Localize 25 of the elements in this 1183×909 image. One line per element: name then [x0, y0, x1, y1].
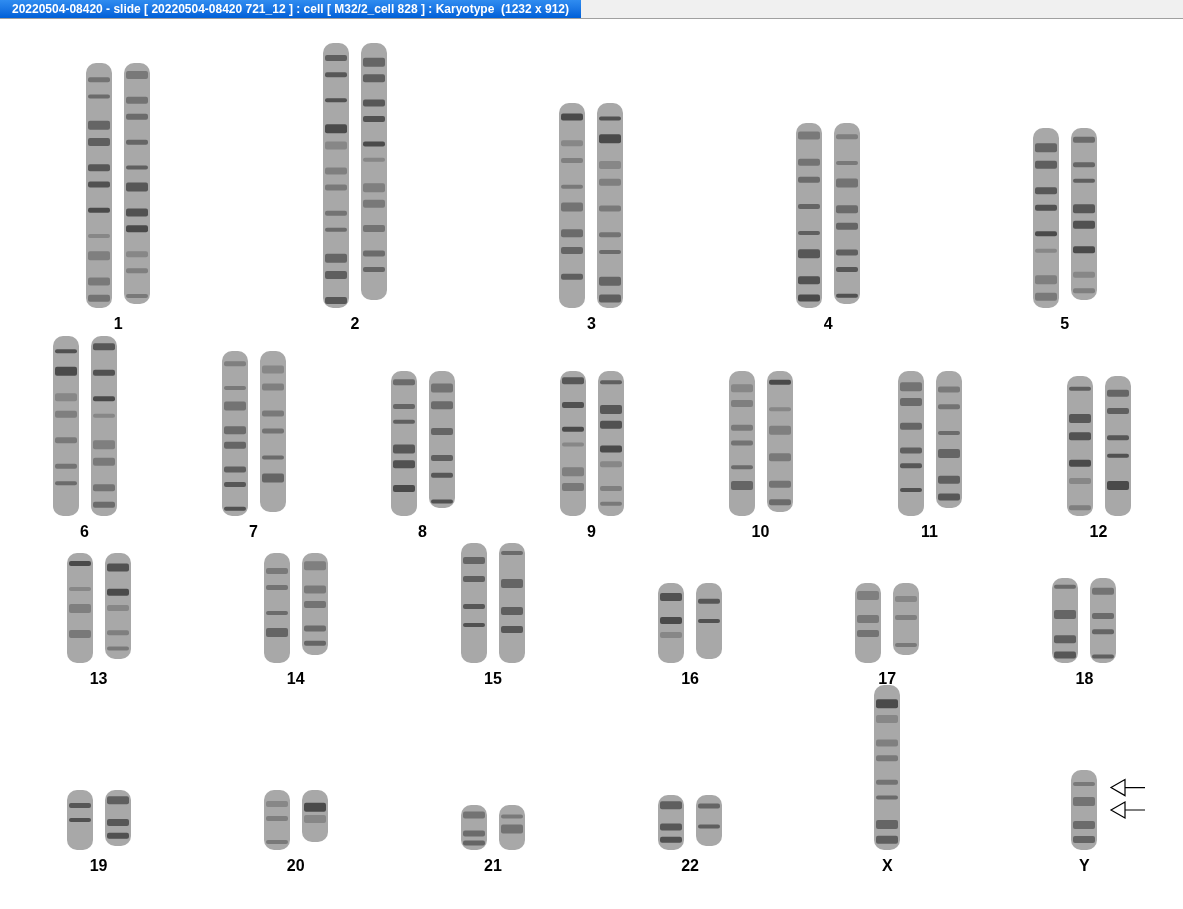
chromosome-label: 13 — [89, 671, 108, 687]
chromosome-label: 20 — [286, 858, 305, 874]
chromosome-label: 19 — [89, 858, 108, 874]
chromosome-label: 2 — [350, 316, 360, 332]
chromosome-label: 9 — [587, 524, 596, 540]
chromosome-label: 11 — [921, 524, 938, 540]
chromosome-label: 8 — [418, 524, 427, 540]
chromosome-label: 10 — [751, 524, 770, 540]
chromosome-label: 15 — [484, 671, 502, 687]
chromosome-label: 6 — [80, 524, 89, 540]
chromosome-label: 22 — [681, 858, 699, 874]
chromosome-label: 14 — [286, 671, 305, 687]
window-title: 20220504-08420 - slide [ 20220504-08420 721_12 ] : cell [ M32/2_cell 828 ] : Karyotype (1232 x 912) — [0, 0, 582, 18]
chromosome-label: 12 — [1089, 524, 1108, 540]
chromosome-label: 21 — [484, 858, 502, 874]
chromosome-label: 17 — [878, 671, 897, 687]
chromosome-label: Y — [1079, 858, 1090, 874]
chromosome-label: 7 — [249, 524, 258, 540]
chromosome-label: 16 — [681, 671, 699, 687]
chromosome-label: 3 — [587, 316, 596, 332]
chromosome-label: 5 — [1060, 316, 1070, 332]
chromosome-label: 18 — [1075, 671, 1094, 687]
chromosome-label: X — [881, 858, 893, 874]
chromosome-label: 1 — [113, 316, 123, 332]
chromosome-label: 4 — [823, 316, 833, 332]
